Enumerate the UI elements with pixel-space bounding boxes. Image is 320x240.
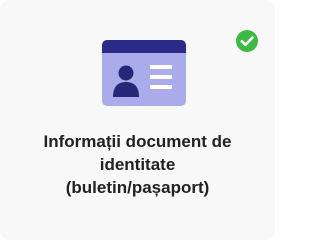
card-title: Informații document de identitate (bulet… — [10, 130, 265, 199]
checkmark-circle-icon — [236, 30, 258, 52]
id-card-text-line — [150, 65, 172, 69]
identity-document-card[interactable]: Informații document de identitate (bulet… — [0, 0, 275, 240]
id-card-person-head — [118, 65, 134, 81]
card-title-line: (buletin/pașaport) — [65, 178, 210, 197]
card-title-line: identitate — [99, 155, 176, 174]
id-card-text-line — [150, 75, 172, 79]
card-title-line: Informații document de — [43, 132, 232, 151]
id-card-text-line — [150, 85, 172, 89]
id-card-icon — [102, 40, 186, 106]
id-card-header-bar — [102, 40, 186, 53]
